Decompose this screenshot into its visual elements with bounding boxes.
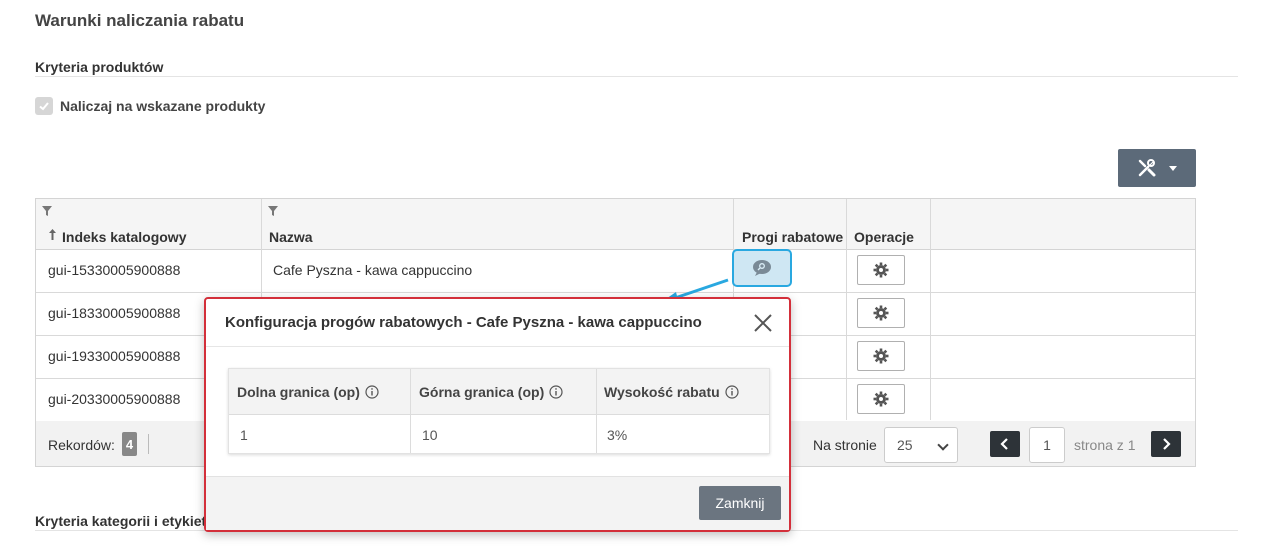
per-page-value: 25	[897, 437, 913, 453]
col-header-lower-bound-label: Dolna granica (op)	[237, 384, 360, 400]
cell-discount: 3%	[607, 427, 628, 443]
gear-icon	[873, 305, 889, 321]
close-icon[interactable]	[753, 313, 773, 333]
filter-icon[interactable]	[268, 206, 278, 216]
separator	[148, 434, 149, 454]
product-checkbox-label: Naliczaj na wskazane produkty	[60, 98, 266, 114]
cell-upper-bound: 10	[422, 427, 438, 443]
per-page-select[interactable]: 25	[884, 427, 958, 463]
operations-button[interactable]	[857, 384, 905, 414]
product-checkbox-row[interactable]: Naliczaj na wskazane produkty	[35, 97, 265, 115]
close-button[interactable]: Zamknij	[699, 486, 781, 520]
divider	[35, 76, 1238, 77]
chevron-down-icon	[937, 439, 949, 451]
thresholds-table: Dolna granica (op) Górna granica (op) Wy…	[228, 368, 770, 454]
product-checkbox[interactable]	[35, 97, 53, 115]
gear-icon	[873, 348, 889, 364]
cell-index: gui-19330005900888	[48, 348, 181, 364]
operations-button[interactable]	[857, 341, 905, 371]
info-icon[interactable]	[725, 385, 739, 399]
gear-icon	[873, 391, 889, 407]
page-number-value: 1	[1043, 437, 1051, 453]
product-criteria-title: Kryteria produktów	[35, 59, 164, 75]
cell-lower-bound: 1	[240, 427, 248, 443]
sort-asc-icon[interactable]	[49, 229, 56, 240]
col-header-discount: Wysokość rabatu	[604, 384, 739, 400]
chevron-left-icon	[1000, 438, 1008, 450]
records-label: Rekordów:	[48, 437, 115, 453]
chevron-right-icon	[1163, 438, 1171, 450]
cell-index: gui-20330005900888	[48, 391, 181, 407]
page-number-input[interactable]: 1	[1029, 427, 1065, 463]
modal-footer: Zamknij	[206, 476, 789, 530]
next-page-button[interactable]	[1151, 431, 1181, 457]
column-divider	[596, 369, 597, 453]
operations-button[interactable]	[857, 255, 905, 285]
operations-button[interactable]	[857, 298, 905, 328]
category-criteria-title: Kryteria kategorii i etykiet	[35, 513, 207, 529]
modal-title: Konfiguracja progów rabatowych - Cafe Py…	[225, 314, 702, 331]
filter-icon[interactable]	[42, 206, 52, 216]
close-button-label: Zamknij	[715, 495, 765, 511]
comment-bubble-icon	[753, 260, 771, 276]
col-header-index[interactable]: Indeks katalogowy	[62, 229, 186, 245]
column-divider	[410, 369, 411, 453]
thresholds-table-header: Dolna granica (op) Górna granica (op) Wy…	[229, 369, 769, 415]
cell-name: Cafe Pyszna - kawa cappuccino	[273, 262, 473, 278]
cell-index: gui-18330005900888	[48, 305, 181, 321]
prev-page-button[interactable]	[990, 431, 1020, 457]
grid-header: Indeks katalogowy Nazwa Progi rabatowe O…	[36, 199, 1195, 250]
modal-header: Konfiguracja progów rabatowych - Cafe Py…	[206, 299, 789, 347]
checkmark-icon	[39, 102, 49, 111]
col-header-name[interactable]: Nazwa	[269, 229, 313, 245]
column-divider	[846, 199, 847, 420]
col-header-operations: Operacje	[854, 229, 914, 245]
col-header-lower-bound: Dolna granica (op)	[237, 384, 379, 400]
col-header-upper-bound: Górna granica (op)	[419, 384, 563, 400]
per-page-label: Na stronie	[813, 437, 877, 453]
tools-dropdown-button[interactable]	[1118, 149, 1196, 187]
progi-rabatowe-button[interactable]	[732, 249, 792, 287]
records-count-badge: 4	[122, 432, 137, 456]
column-divider	[930, 199, 931, 420]
gear-icon	[873, 262, 889, 278]
info-icon[interactable]	[549, 385, 563, 399]
col-header-progi: Progi rabatowe	[742, 229, 844, 245]
col-header-discount-label: Wysokość rabatu	[604, 384, 720, 400]
page-of-label: strona z 1	[1074, 437, 1136, 453]
discount-thresholds-modal: Konfiguracja progów rabatowych - Cafe Py…	[204, 297, 791, 532]
col-header-upper-bound-label: Górna granica (op)	[419, 384, 545, 400]
tools-icon	[1138, 159, 1156, 177]
table-row[interactable]: gui-15330005900888 Cafe Pyszna - kawa ca…	[36, 250, 1195, 293]
info-icon[interactable]	[365, 385, 379, 399]
cell-index: gui-15330005900888	[48, 262, 181, 278]
chevron-down-icon	[1169, 165, 1177, 171]
section-title: Warunki naliczania rabatu	[35, 11, 245, 30]
